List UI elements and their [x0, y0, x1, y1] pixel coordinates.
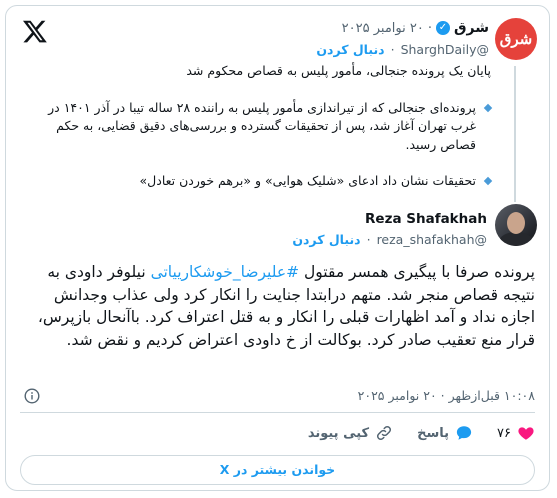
- quoted-bullet: تحقیقات نشان داد ادعای «شلیک هوایی» و «ب…: [29, 172, 493, 191]
- author-avatar[interactable]: [495, 204, 537, 246]
- quoted-author-name[interactable]: شرق: [454, 20, 489, 36]
- diamond-bullet-icon: [483, 103, 493, 112]
- tweet-timestamp[interactable]: ۱۰:۰۸ قبل‌ازظهر · ۲۰ نوامبر ۲۰۲۵: [358, 388, 535, 403]
- follow-author-button[interactable]: دنبال کردن: [292, 232, 360, 247]
- divider: [20, 412, 535, 413]
- like-button[interactable]: ۷۶: [497, 424, 535, 442]
- action-bar: ۷۶ پاسخ کپی پیوند: [308, 424, 535, 442]
- verified-badge-icon: ✓: [436, 21, 450, 35]
- read-more-on-x-button[interactable]: خواندن بیشتر در X: [20, 455, 535, 485]
- follow-quoted-button[interactable]: دنبال کردن: [316, 42, 384, 57]
- diamond-bullet-icon: [483, 176, 493, 186]
- link-icon: [377, 425, 392, 441]
- shargh-logo-text: شرق: [499, 30, 533, 48]
- avatar-shoulders: [499, 232, 533, 246]
- x-logo-icon[interactable]: [22, 18, 48, 44]
- quoted-bullet-text: تحقیقات نشان داد ادعای «شلیک هوایی» و «ب…: [139, 173, 476, 188]
- quoted-tweet-body: پایان یک پرونده جنجالی، مأمور پلیس به قص…: [29, 62, 493, 191]
- thread-connector-line: [514, 66, 516, 202]
- tweet-text: پرونده صرفا با پیگیری همسر مقتول #علیرضا…: [20, 261, 535, 351]
- separator-dot: ·: [366, 232, 371, 247]
- hashtag-link[interactable]: #علیرضا_خوشکارییاتی: [151, 263, 300, 281]
- reply-label: پاسخ: [417, 425, 450, 441]
- quoted-date[interactable]: ۲۰ نوامبر ۲۰۲۵: [342, 21, 424, 36]
- like-count: ۷۶: [497, 425, 511, 441]
- reply-bubble-icon: [456, 426, 472, 440]
- separator-dot: ·: [390, 42, 395, 57]
- author-subheader: @reza_shafakhah · دنبال کردن: [292, 232, 487, 247]
- reply-button[interactable]: پاسخ: [417, 424, 473, 442]
- tweet-text-before: پرونده صرفا با پیگیری همسر مقتول: [299, 263, 535, 281]
- quoted-handle[interactable]: @SharghDaily: [401, 42, 489, 57]
- info-icon[interactable]: [24, 388, 40, 404]
- copy-link-label: کپی پیوند: [307, 425, 370, 441]
- author-handle[interactable]: @reza_shafakhah: [377, 232, 487, 247]
- author-name[interactable]: Reza Shafakhah: [365, 211, 487, 227]
- quoted-header: شرق ✓ · ۲۰ نوامبر ۲۰۲۵: [342, 20, 489, 36]
- shargh-avatar[interactable]: شرق: [495, 18, 537, 60]
- quoted-headline: پایان یک پرونده جنجالی، مأمور پلیس به قص…: [186, 63, 491, 78]
- quoted-bullet-text: پرونده‌ای جنجالی که از تیراندازی مأمور پ…: [48, 99, 476, 152]
- embedded-tweet-card: شرق شرق ✓ · ۲۰ نوامبر ۲۰۲۵ @SharghDaily …: [5, 5, 550, 491]
- avatar-face: [507, 212, 525, 234]
- heart-icon: [518, 427, 534, 440]
- quoted-subheader: @SharghDaily · دنبال کردن: [316, 42, 489, 57]
- separator-dot: ·: [427, 20, 432, 36]
- quoted-bullet: پرونده‌ای جنجالی که از تیراندازی مأمور پ…: [29, 99, 493, 155]
- copy-link-button[interactable]: کپی پیوند: [308, 424, 393, 442]
